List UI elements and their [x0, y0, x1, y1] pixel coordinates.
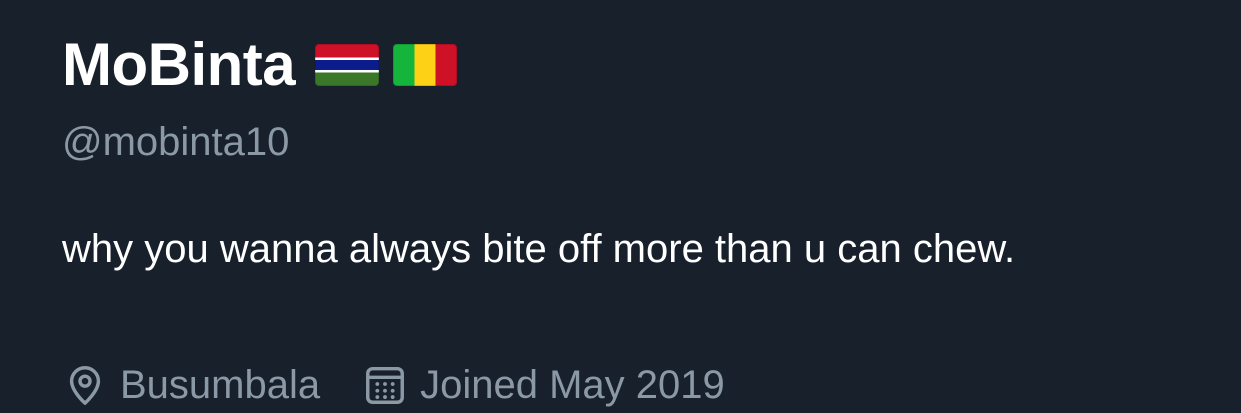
name-row: MoBinta	[62, 30, 458, 100]
location-text: Busumbala	[120, 362, 321, 407]
user-handle: @mobinta10	[62, 120, 290, 164]
location-item: Busumbala	[62, 362, 320, 408]
gambia-flag-icon	[315, 44, 380, 86]
profile-meta: Busumbala Joined May 2019	[62, 362, 767, 408]
joined-item: Joined May 2019	[362, 362, 725, 408]
display-name: MoBinta	[62, 31, 296, 98]
profile-header: MoBinta @mobinta10 why you wanna always …	[0, 0, 1241, 413]
calendar-icon	[366, 366, 405, 404]
location-pin-icon	[69, 366, 101, 405]
mali-flag-icon	[393, 44, 458, 86]
bio-text: why you wanna always bite off more than …	[62, 227, 1016, 271]
joined-date: Joined May 2019	[420, 362, 725, 407]
